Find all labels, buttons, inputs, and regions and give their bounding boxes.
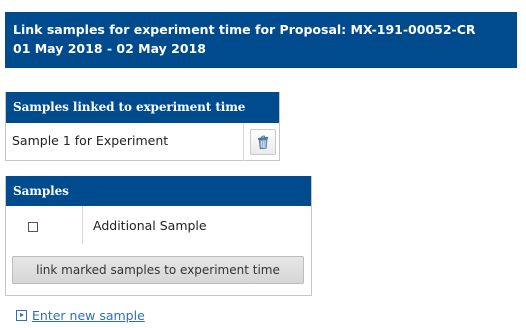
samples-panel: Samples Additional Sample link marked sa… <box>5 176 312 296</box>
trash-icon <box>257 135 269 150</box>
unlink-sample-button[interactable] <box>250 129 276 155</box>
linked-samples-panel: Samples linked to experiment time Sample… <box>5 92 280 161</box>
page-header: Link samples for experiment time for Pro… <box>5 12 517 68</box>
expand-arrow-icon <box>16 310 27 321</box>
sample-checkbox[interactable] <box>28 222 38 232</box>
linked-sample-label: Sample 1 for Experiment <box>12 133 169 148</box>
page: Link samples for experiment time for Pro… <box>0 0 526 328</box>
linked-sample-row: Sample 1 for Experiment <box>6 123 279 161</box>
enter-new-sample-link[interactable]: Enter new sample <box>16 308 145 323</box>
header-title: Link samples for experiment time for Pro… <box>13 22 476 37</box>
samples-heading: Samples <box>6 176 311 206</box>
cell-divider <box>82 206 83 244</box>
sample-row: Additional Sample <box>6 206 311 244</box>
sample-label: Additional Sample <box>93 218 207 233</box>
enter-new-sample-label[interactable]: Enter new sample <box>32 308 145 323</box>
header-date-range: 01 May 2018 - 02 May 2018 <box>13 41 206 56</box>
linked-samples-heading: Samples linked to experiment time <box>6 92 279 123</box>
link-marked-samples-button[interactable]: link marked samples to experiment time <box>12 256 304 284</box>
cell-divider <box>243 123 244 161</box>
